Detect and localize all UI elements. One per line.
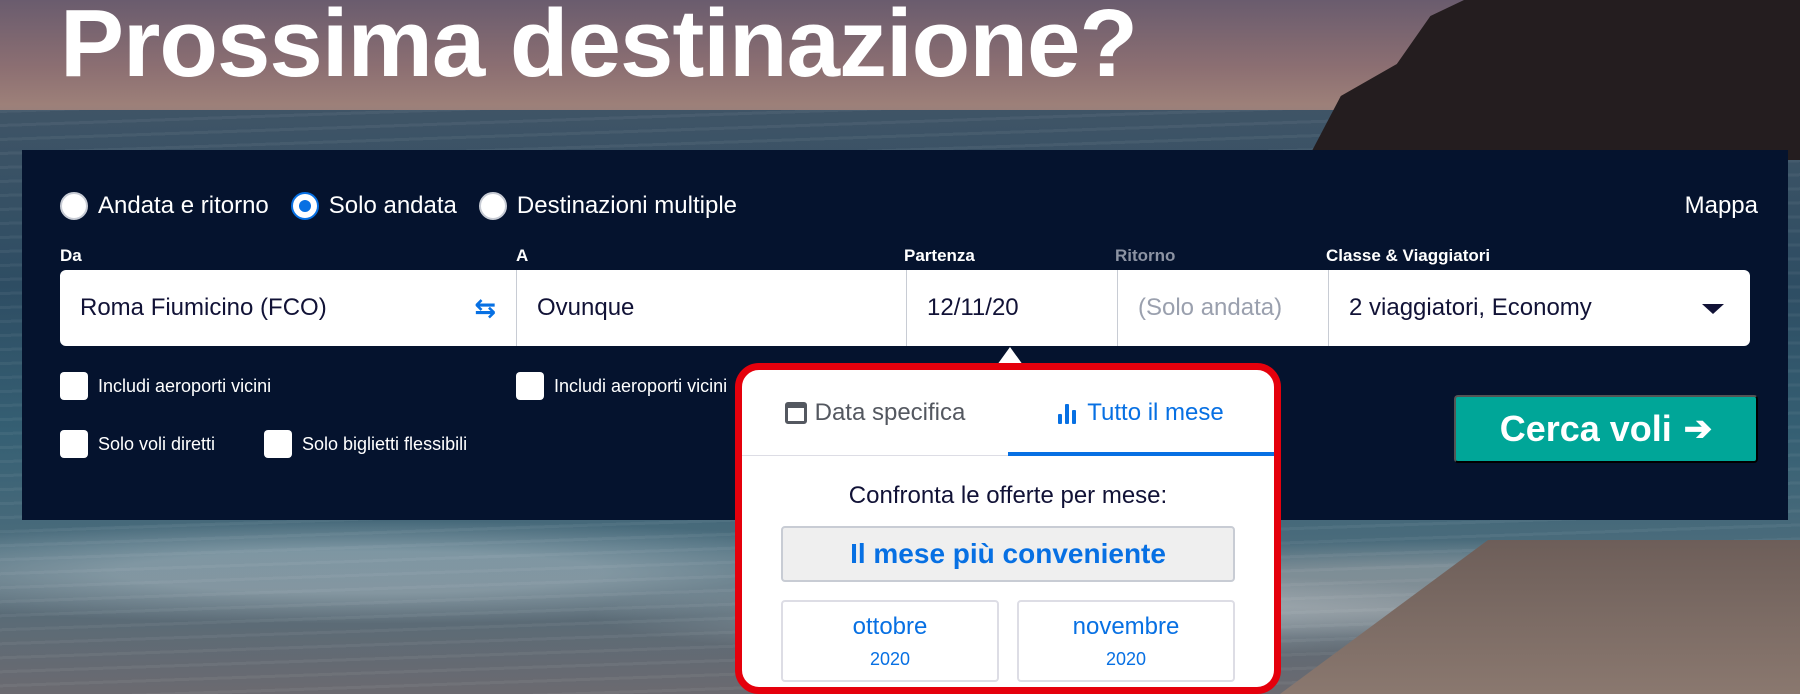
month-name: novembre: [1072, 612, 1180, 640]
checkbox-label: Includi aeroporti vicini: [554, 375, 728, 396]
swap-arrows-icon[interactable]: ⇆: [474, 295, 496, 321]
nearby-airports-to-checkbox[interactable]: Includi aeroporti vicini: [516, 372, 727, 400]
trip-type-group: Andata e ritorno Solo andata Destinazion…: [60, 192, 759, 220]
flexible-tickets-checkbox[interactable]: Solo biglietti flessibili: [264, 430, 467, 458]
class-travellers-select[interactable]: 2 viaggiatori, Economy: [1328, 270, 1750, 346]
arrow-right-icon: ➔: [1683, 410, 1713, 448]
calendar-icon: [784, 401, 807, 424]
tab-label: Data specifica: [814, 398, 966, 426]
checkbox[interactable]: [60, 372, 88, 400]
checkbox[interactable]: [516, 372, 544, 400]
tab-whole-month[interactable]: Tutto il mese: [1008, 370, 1274, 456]
checkbox-label: Includi aeroporti vicini: [98, 375, 272, 396]
search-fields: Roma Fiumicino (FCO) ⇆ Ovunque 12/11/20 …: [60, 270, 1750, 346]
tab-specific-date[interactable]: Data specifica: [742, 370, 1008, 455]
trip-type-label: Destinazioni multiple: [516, 192, 737, 219]
trip-type-round-trip[interactable]: Andata e ritorno: [60, 192, 269, 220]
cheapest-month-button[interactable]: Il mese più conveniente: [781, 526, 1235, 582]
month-year: 2020: [869, 648, 911, 669]
month-options: ottobre 2020 novembre 2020: [742, 600, 1274, 682]
month-year: 2020: [1105, 648, 1147, 669]
search-button-label: Cerca voli: [1499, 408, 1672, 449]
label-departure: Partenza: [904, 246, 975, 265]
checkbox-label: Solo voli diretti: [98, 433, 216, 454]
page-title: Prossima destinazione?: [60, 0, 1138, 97]
field-labels: Da A Partenza Ritorno Classe & Viaggiato…: [22, 246, 1788, 270]
compare-months-prompt: Confronta le offerte per mese:: [848, 482, 1168, 509]
direct-flights-checkbox[interactable]: Solo voli diretti: [60, 430, 215, 458]
map-link[interactable]: Mappa: [1685, 192, 1758, 220]
radio-round-trip[interactable]: [60, 192, 88, 220]
checkbox[interactable]: [60, 430, 88, 458]
label-from: Da: [60, 246, 82, 265]
label-class-travellers: Classe & Viaggiatori: [1326, 246, 1491, 265]
bar-chart-icon: [1058, 402, 1079, 424]
checkbox-label: Solo biglietti flessibili: [302, 433, 468, 454]
trip-type-one-way[interactable]: Solo andata: [290, 192, 457, 220]
search-flights-button[interactable]: Cerca voli ➔: [1454, 395, 1758, 463]
month-name: ottobre: [852, 612, 928, 640]
month-option-november[interactable]: novembre 2020: [1017, 600, 1235, 682]
from-input[interactable]: Roma Fiumicino (FCO) ⇆: [60, 270, 516, 346]
to-input[interactable]: Ovunque: [516, 270, 906, 346]
radio-one-way[interactable]: [290, 192, 319, 220]
month-option-october[interactable]: ottobre 2020: [781, 600, 999, 682]
date-picker-popover: Data specifica Tutto il mese Confronta l…: [735, 363, 1281, 694]
checkbox[interactable]: [264, 430, 292, 458]
class-travellers-value: 2 viaggiatori, Economy: [1349, 294, 1592, 321]
trip-type-label: Andata e ritorno: [98, 192, 269, 219]
date-mode-tabs: Data specifica Tutto il mese: [742, 370, 1274, 456]
caret-down-icon: [1702, 304, 1724, 314]
from-value: Roma Fiumicino (FCO): [80, 294, 327, 321]
departure-date-input[interactable]: 12/11/20: [906, 270, 1117, 346]
nearby-airports-from-checkbox[interactable]: Includi aeroporti vicini: [60, 372, 271, 400]
return-placeholder: (Solo andata): [1138, 294, 1283, 321]
to-value: Ovunque: [537, 294, 635, 321]
radio-multi-city[interactable]: [478, 192, 507, 220]
departure-value: 12/11/20: [927, 294, 1019, 321]
trip-type-multi-city[interactable]: Destinazioni multiple: [478, 192, 737, 220]
trip-type-label: Solo andata: [328, 192, 457, 219]
label-to: A: [516, 246, 529, 265]
label-return: Ritorno: [1115, 246, 1176, 265]
tab-label: Tutto il mese: [1087, 398, 1224, 426]
return-date-input[interactable]: (Solo andata): [1117, 270, 1328, 346]
